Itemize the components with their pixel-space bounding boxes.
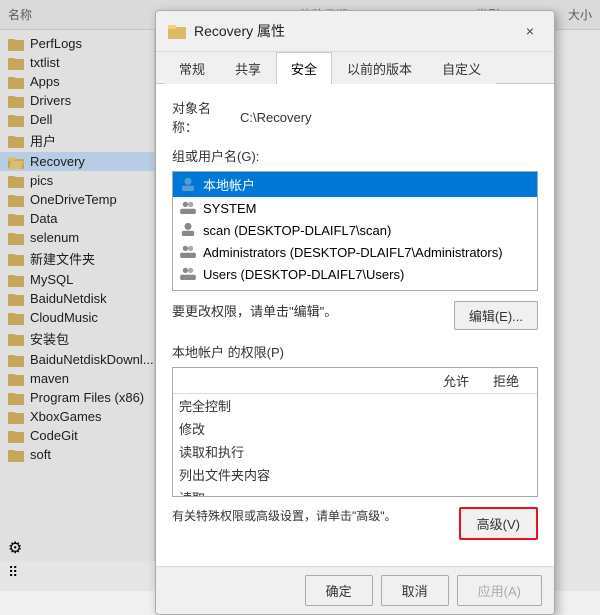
user-item-local[interactable]: 本地帐户 [173, 172, 537, 197]
title-folder-icon [168, 23, 186, 39]
user-label-system: SYSTEM [203, 201, 256, 216]
user-group-icon [179, 200, 197, 216]
perm-name-modify: 修改 [179, 419, 431, 438]
modal-body: 对象名称： C:\Recovery 组或用户名(G): 本地帐户 [156, 84, 554, 566]
permissions-label: 本地帐户 的权限(P) [172, 342, 538, 361]
permissions-section: 本地帐户 的权限(P) 允许 拒绝 完全控制 修改 [172, 342, 538, 497]
edit-row: 要更改权限，请单击"编辑"。 编辑(E)... [172, 301, 538, 330]
tab-general[interactable]: 常规 [164, 52, 220, 84]
user-group-icon [179, 266, 197, 282]
tab-security[interactable]: 安全 [276, 52, 332, 84]
user-group-icon [179, 244, 197, 260]
user-item-users[interactable]: Users (DESKTOP-DLAIFL7\Users) [173, 263, 537, 285]
perm-row-read: 读取 [173, 486, 537, 497]
tab-previous[interactable]: 以前的版本 [332, 52, 427, 84]
perm-col-allow: 允许 [431, 371, 481, 390]
perm-header-row: 允许 拒绝 [173, 368, 537, 394]
user-item-administrators[interactable]: Administrators (DESKTOP-DLAIFL7\Administ… [173, 241, 537, 263]
user-label-local: 本地帐户 [203, 175, 255, 194]
close-button[interactable]: × [518, 19, 542, 43]
user-item-system[interactable]: SYSTEM [173, 197, 537, 219]
edit-button[interactable]: 编辑(E)... [454, 301, 538, 330]
perm-name-fullcontrol: 完全控制 [179, 396, 431, 415]
user-list[interactable]: 本地帐户 SYSTEM [172, 171, 538, 291]
object-name-value: C:\Recovery [240, 110, 312, 125]
edit-hint: 要更改权限，请单击"编辑"。 [172, 301, 454, 330]
perm-name-listfolder: 列出文件夹内容 [179, 465, 431, 484]
user-label-administrators: Administrators (DESKTOP-DLAIFL7\Administ… [203, 245, 503, 260]
perm-row-readexecute: 读取和执行 [173, 440, 537, 463]
perm-name-read: 读取 [179, 488, 431, 497]
user-icon [179, 222, 197, 238]
advanced-row: 有关特殊权限或高级设置，请单击"高级"。 高级(V) [172, 507, 538, 540]
modal-titlebar: Recovery 属性 × [156, 11, 554, 52]
user-item-scan[interactable]: scan (DESKTOP-DLAIFL7\scan) [173, 219, 537, 241]
user-icon [179, 177, 197, 193]
tab-share[interactable]: 共享 [220, 52, 276, 84]
modal-title: Recovery 属性 [194, 21, 510, 41]
user-label-scan: scan (DESKTOP-DLAIFL7\scan) [203, 223, 391, 238]
advanced-hint: 有关特殊权限或高级设置，请单击"高级"。 [172, 507, 459, 540]
modal-tabs: 常规 共享 安全 以前的版本 自定义 [156, 52, 554, 84]
perm-row-modify: 修改 [173, 417, 537, 440]
group-user-label: 组或用户名(G): [172, 146, 538, 165]
object-name-label: 对象名称： [172, 98, 232, 136]
modal-overlay: Recovery 属性 × 常规 共享 安全 以前的版本 自定义 对象名称： C… [0, 0, 600, 591]
user-label-users: Users (DESKTOP-DLAIFL7\Users) [203, 267, 404, 282]
tab-custom[interactable]: 自定义 [427, 52, 496, 84]
perm-name-readexecute: 读取和执行 [179, 442, 431, 461]
perm-col-deny: 拒绝 [481, 371, 531, 390]
modal-footer: 确定 取消 应用(A) [156, 566, 554, 614]
perm-row-fullcontrol: 完全控制 [173, 394, 537, 417]
permissions-table: 允许 拒绝 完全控制 修改 读取和执行 [172, 367, 538, 497]
perm-row-listfolder: 列出文件夹内容 [173, 463, 537, 486]
properties-dialog: Recovery 属性 × 常规 共享 安全 以前的版本 自定义 对象名称： C… [155, 10, 555, 615]
perm-col-name [179, 371, 431, 390]
object-name-row: 对象名称： C:\Recovery [172, 98, 538, 136]
advanced-button[interactable]: 高级(V) [459, 507, 538, 540]
